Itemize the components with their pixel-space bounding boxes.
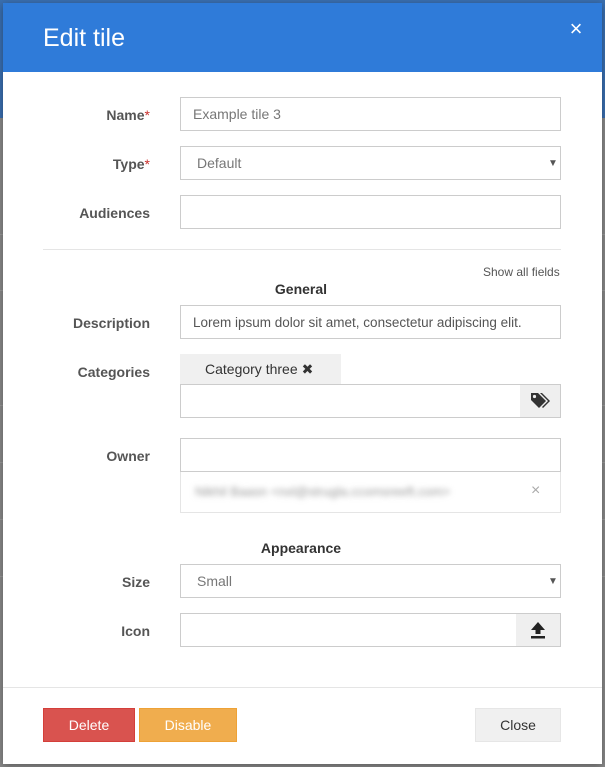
size-label: Size [121,574,150,590]
size-select[interactable]: Small [180,564,561,598]
caret-down-icon: ▼ [548,576,558,587]
close-icon[interactable]: × [566,18,586,40]
appearance-heading: Appearance [260,540,342,556]
delete-button[interactable]: Delete [43,708,135,742]
tags-button[interactable] [520,384,561,418]
remove-owner-icon[interactable]: × [531,482,540,500]
categories-label: Categories [77,364,150,380]
required-mark: * [144,107,150,123]
category-tag-label: Category three [205,361,298,377]
name-label: Name* [106,107,150,123]
size-selected-value: Small [197,573,233,589]
edit-tile-dialog: Edit tile × Name* Type* Default ▼ Audien… [3,3,602,764]
general-heading: General [274,281,328,297]
type-selected-value: Default [197,155,242,171]
disable-button[interactable]: Disable [139,708,237,742]
tags-icon [531,393,550,408]
owner-input[interactable] [180,438,561,472]
close-button[interactable]: Close [475,708,561,742]
categories-input[interactable] [180,384,521,418]
icon-label: Icon [121,623,150,639]
type-label: Type* [112,156,150,172]
caret-down-icon: ▼ [548,158,558,169]
description-input[interactable] [180,305,561,339]
remove-tag-icon[interactable]: ✖ [302,361,314,377]
icon-input[interactable] [180,613,517,647]
name-input[interactable] [180,97,561,131]
type-select[interactable]: Default [180,146,561,180]
upload-icon [531,622,545,639]
owner-suggestion-text: Nikhil Baasn <nxl@strugla.ccomsreeft.com… [195,484,451,499]
audiences-label: Audiences [79,205,150,221]
form-divider [43,249,561,250]
description-label: Description [72,315,150,331]
show-all-fields-link[interactable]: Show all fields [483,265,560,279]
category-tag: Category three ✖ [180,354,341,384]
upload-button[interactable] [516,613,561,647]
owner-suggestion[interactable]: Nikhil Baasn <nxl@strugla.ccomsreeft.com… [180,472,561,513]
dialog-title: Edit tile [43,24,125,52]
owner-label: Owner [106,448,150,464]
dialog-header: Edit tile × [3,3,602,72]
audiences-input[interactable] [180,195,561,229]
required-mark: * [144,156,150,172]
footer-divider [3,687,602,688]
